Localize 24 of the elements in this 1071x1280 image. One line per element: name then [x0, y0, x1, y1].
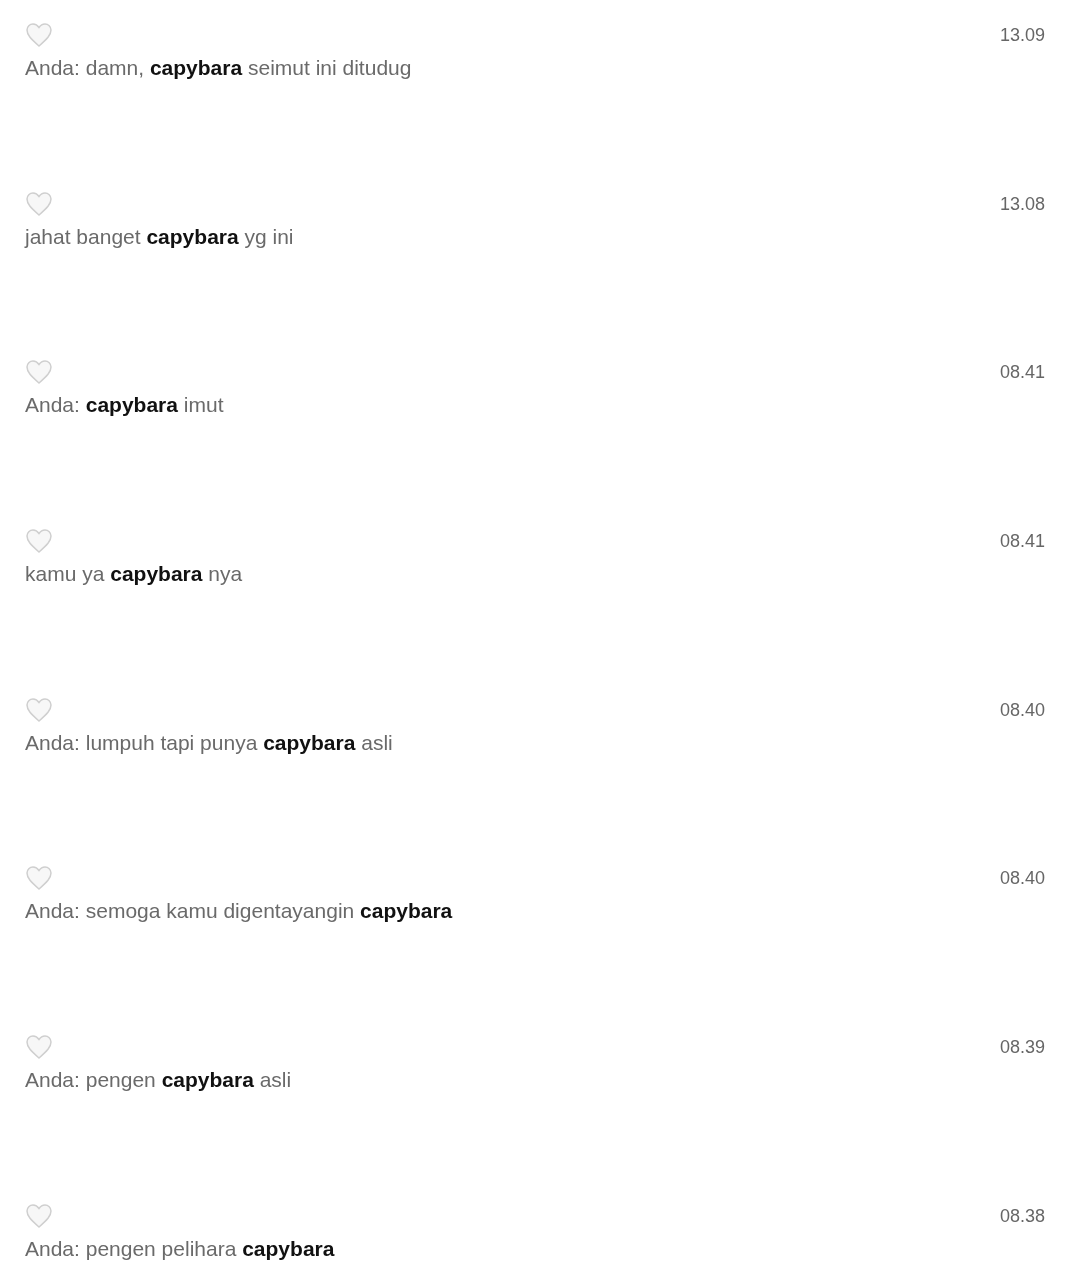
heart-icon[interactable] — [25, 696, 53, 723]
message-time: 08.41 — [999, 531, 1045, 553]
message-text: Anda: capybara imut — [25, 393, 224, 418]
message-time: 08.40 — [999, 868, 1045, 890]
heart-icon[interactable] — [25, 528, 53, 555]
heart-icon[interactable] — [25, 359, 53, 386]
heart-icon[interactable] — [25, 190, 53, 217]
message-time: 13.09 — [999, 25, 1045, 46]
message-text: Anda: lumpuh tapi punya capybara asli — [25, 730, 393, 755]
message-time: 08.40 — [999, 699, 1045, 721]
message-text: Anda: pengen capybara asli — [25, 1068, 292, 1093]
message-text: Anda: semoga kamu digentayangin capybara — [25, 899, 453, 924]
heart-icon[interactable] — [25, 1034, 53, 1061]
message-text: Anda: pengen pelihara capybara — [25, 1236, 335, 1261]
message-time: 08.39 — [999, 1037, 1045, 1059]
heart-icon[interactable] — [25, 22, 53, 48]
heart-icon[interactable] — [25, 865, 53, 892]
message-text: jahat banget capybara yg ini — [25, 224, 294, 249]
message-time: 08.41 — [999, 362, 1045, 384]
message-time: 13.08 — [999, 193, 1045, 215]
message-text: kamu ya capybara nya — [25, 562, 243, 587]
message-text: Anda: damn, capybara seimut ini ditudug — [25, 56, 412, 80]
message-time: 08.38 — [999, 1205, 1045, 1227]
heart-icon[interactable] — [25, 1202, 53, 1229]
